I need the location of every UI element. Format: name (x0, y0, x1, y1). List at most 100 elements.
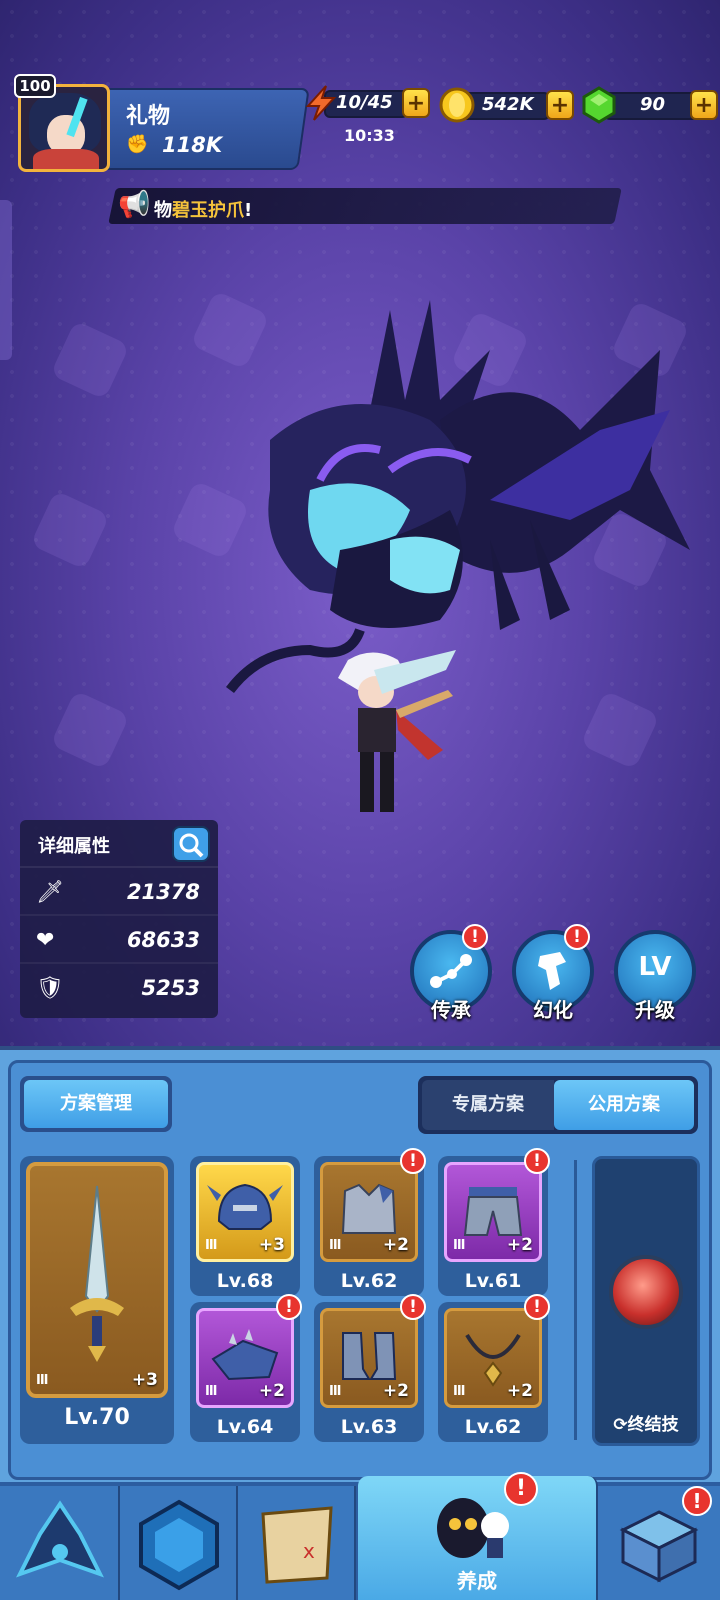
stats-detail-button[interactable] (172, 826, 210, 862)
equip-slot-gloves[interactable]: III +2 Lv.64 ! (190, 1294, 302, 1442)
armor-card: III +2 (320, 1162, 418, 1262)
finisher-skill-slot[interactable]: ⟳终结技 (592, 1156, 700, 1446)
tab-public-plan[interactable]: 公用方案 (554, 1080, 694, 1130)
weapon-level: Lv.70 (64, 1405, 130, 1430)
equip-slot-helmet[interactable]: III +3 Lv.68 (190, 1156, 300, 1296)
nav-item-battle[interactable] (0, 1486, 120, 1600)
megaphone-icon: 📢 (118, 190, 151, 220)
finisher-orb-icon (609, 1255, 683, 1329)
plan-management-button[interactable]: 方案管理 (20, 1076, 172, 1132)
power-icon: ✊ (126, 134, 149, 155)
weapon-tier: III (36, 1373, 48, 1388)
add-stamina-button[interactable]: + (402, 88, 430, 118)
plan-management-label: 方案管理 (24, 1080, 168, 1128)
player-power: 118K (162, 133, 223, 157)
weapon-card: III +3 (26, 1162, 168, 1398)
level-up-button[interactable]: LV 升级 (614, 930, 696, 1030)
necklace-enhance: +2 (506, 1381, 533, 1401)
pants-enhance: +2 (506, 1235, 533, 1255)
nav-item-develop[interactable]: 养成 ! (358, 1472, 598, 1600)
gloves-enhance: +2 (258, 1381, 285, 1401)
necklace-card: III +2 (444, 1308, 542, 1408)
nav-item-map[interactable]: x (238, 1486, 356, 1600)
boots-tier: III (329, 1384, 341, 1399)
boots-alert-badge: ! (400, 1294, 426, 1320)
weapon-slot[interactable]: III +3 Lv.70 (20, 1156, 174, 1444)
helmet-tier: III (205, 1238, 217, 1253)
armor-tier: III (329, 1238, 341, 1253)
stamina-value: 10/45 (336, 92, 393, 113)
gloves-alert-badge: ! (276, 1294, 302, 1320)
equip-slot-pants[interactable]: III +2 Lv.61 ! (438, 1148, 550, 1296)
stamina-timer: 10:33 (344, 126, 395, 145)
player-name: 礼物 (126, 104, 171, 129)
pants-alert-badge: ! (524, 1148, 550, 1174)
gloves-tier: III (205, 1384, 217, 1399)
treasure-map-icon: x (261, 1506, 333, 1584)
defense-value: 5253 (141, 976, 200, 1000)
transform-alert-badge: ! (564, 924, 590, 950)
gold-resource: 542K + (438, 86, 574, 123)
helmet-enhance: +3 (258, 1235, 285, 1255)
green-gem-icon (582, 86, 616, 124)
health-icon: ❤ (36, 928, 55, 953)
stats-title: 详细属性 (38, 836, 110, 857)
add-gold-button[interactable]: + (546, 90, 574, 120)
gloves-level: Lv.64 (216, 1416, 274, 1438)
nav-item-shop[interactable]: ! (598, 1486, 720, 1600)
sword-icon (70, 1185, 124, 1362)
pants-level: Lv.61 (464, 1270, 522, 1292)
boots-enhance: +2 (382, 1381, 409, 1401)
gem-resource: 90 + (580, 86, 718, 124)
stamina-resource: 10/45 + (300, 84, 430, 121)
panel-divider (574, 1160, 577, 1440)
transform-button[interactable]: 幻化 ! (512, 924, 594, 1030)
armor-level: Lv.62 (340, 1270, 398, 1292)
add-gem-button[interactable]: + (690, 90, 718, 120)
health-value: 68633 (126, 928, 200, 952)
nav-develop-label: 养成 (457, 1569, 497, 1593)
inherit-alert-badge: ! (462, 924, 488, 950)
player-profile[interactable]: 100 礼物 ✊ 118K (14, 74, 310, 174)
stat-row-health: ❤ 68633 (20, 916, 218, 964)
boots-level: Lv.63 (340, 1416, 398, 1438)
level-up-icon: LV (638, 952, 672, 982)
attack-value: 21378 (126, 880, 200, 904)
nav-item-dungeon[interactable] (120, 1486, 238, 1600)
necklace-level: Lv.62 (464, 1416, 522, 1438)
search-icon (179, 833, 204, 858)
profile-panel (78, 88, 310, 170)
hero-character (338, 650, 456, 812)
dark-crystal-icon (16, 1500, 104, 1578)
develop-alert-badge: ! (504, 1472, 538, 1506)
stat-row-defense: 🛡 5253 (20, 964, 218, 1012)
armor-alert-badge: ! (400, 1148, 426, 1174)
svg-text:x: x (303, 1539, 315, 1563)
helmet-level: Lv.68 (216, 1270, 274, 1292)
inherit-label: 传承 (431, 998, 471, 1022)
gold-value: 542K (482, 94, 534, 115)
equip-slot-armor[interactable]: III +2 Lv.62 ! (314, 1148, 426, 1296)
announcement-text: 物碧玉护爪! (154, 200, 253, 221)
stats-header: 详细属性 (20, 820, 218, 868)
attack-icon: 🗡 (36, 880, 64, 905)
stat-row-attack: 🗡 21378 (20, 868, 218, 916)
hex-emblem-icon (139, 1499, 219, 1591)
shop-alert-badge: ! (682, 1486, 712, 1516)
gold-coin-icon (439, 87, 475, 123)
side-drawer-handle[interactable] (0, 200, 12, 360)
gem-value: 90 (640, 94, 666, 115)
level-up-label: 升级 (635, 998, 675, 1022)
tab-exclusive-plan[interactable]: 专属方案 (422, 1080, 554, 1130)
weapon-enhance: +3 (131, 1370, 158, 1390)
boots-card: III +2 (320, 1308, 418, 1408)
pants-tier: III (453, 1238, 465, 1253)
player-level-badge: 100 (14, 74, 56, 98)
lightning-icon (305, 85, 337, 121)
armor-enhance: +2 (382, 1235, 409, 1255)
equip-slot-boots[interactable]: III +2 Lv.63 ! (314, 1294, 426, 1442)
bottom-navigation: x 养成 ! ! (0, 1472, 720, 1600)
equip-slot-necklace[interactable]: III +2 Lv.62 ! (438, 1294, 550, 1442)
pants-card: III +2 (444, 1162, 542, 1262)
inherit-button[interactable]: 传承 ! (410, 924, 492, 1030)
